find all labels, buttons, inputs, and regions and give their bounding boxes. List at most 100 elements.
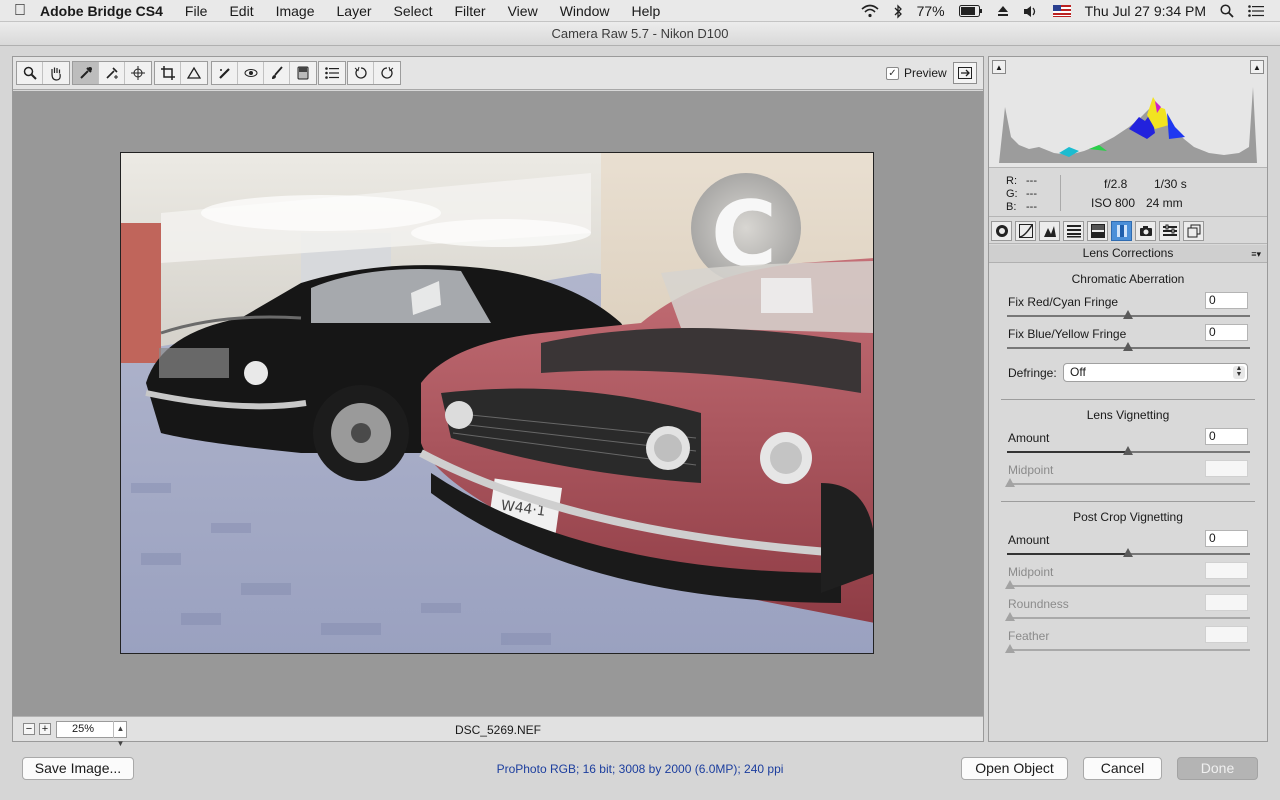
color-sampler-tool-icon[interactable]	[99, 62, 125, 84]
rotate-right-icon[interactable]	[374, 62, 400, 84]
blue-yellow-fringe-input[interactable]: 0	[1205, 324, 1248, 341]
blue-yellow-fringe-thumb[interactable]	[1123, 342, 1133, 351]
image-info: R: --- G: --- B: --- f/2.8 1/30 s ISO 80…	[989, 169, 1267, 217]
presets-icon[interactable]	[1159, 221, 1180, 241]
menu-file[interactable]: File	[185, 3, 208, 19]
lens-corrections-icon[interactable]	[1111, 221, 1132, 241]
snapshots-icon[interactable]	[1183, 221, 1204, 241]
panel-title-label: Lens Corrections	[1082, 246, 1174, 260]
menu-layer[interactable]: Layer	[337, 3, 372, 19]
vignetting-midpoint-thumb	[1005, 478, 1015, 487]
menu-image[interactable]: Image	[276, 3, 315, 19]
menu-select[interactable]: Select	[394, 3, 433, 19]
menu-filter[interactable]: Filter	[454, 3, 485, 19]
bluetooth-icon[interactable]	[893, 3, 903, 19]
notification-icon[interactable]	[1248, 5, 1264, 17]
sampler-tools	[72, 61, 152, 85]
info-divider	[1060, 175, 1061, 211]
preview-canvas[interactable]: C W44·1	[13, 91, 983, 716]
menu-help[interactable]: Help	[631, 3, 660, 19]
section-divider	[1001, 501, 1255, 502]
vignetting-midpoint-input	[1205, 460, 1248, 477]
battery-percent: 77%	[916, 3, 945, 19]
adjustments-panel: ▲ ▲ R: --- G: --- B: --- f/2.8 1/30 s IS…	[988, 56, 1268, 742]
basic-icon[interactable]	[991, 221, 1012, 241]
straighten-tool-icon[interactable]	[181, 62, 207, 84]
navigation-tools	[16, 61, 70, 85]
file-name: DSC_5269.NEF	[454, 723, 542, 737]
post-crop-roundness-label: Roundness	[1008, 597, 1069, 611]
post-crop-amount-slider[interactable]	[1007, 548, 1250, 557]
app-name-menu[interactable]: Adobe Bridge CS4	[40, 3, 163, 19]
blue-yellow-fringe-slider[interactable]	[1007, 342, 1250, 351]
menu-window[interactable]: Window	[560, 3, 610, 19]
flag-icon[interactable]	[1052, 5, 1071, 17]
targeted-adjustment-tool-icon[interactable]	[125, 62, 151, 84]
photo-preview[interactable]: C W44·1	[120, 152, 874, 654]
crop-tools	[154, 61, 208, 85]
graduated-filter-icon[interactable]	[290, 62, 316, 84]
zoom-tool-icon[interactable]	[17, 62, 43, 84]
focal-length: 24 mm	[1146, 196, 1183, 210]
red-value: ---	[1026, 175, 1037, 187]
apple-icon[interactable]: 	[0, 2, 40, 20]
post-crop-roundness-slider	[1005, 612, 1250, 621]
defringe-label: Defringe:	[1008, 366, 1057, 380]
defringe-value: Off	[1070, 365, 1086, 379]
eject-icon[interactable]	[997, 5, 1009, 17]
preview-checkbox[interactable]: ✓	[886, 66, 899, 80]
panel-menu-icon[interactable]: ≡▾	[1251, 246, 1261, 263]
iso: ISO 800	[1091, 196, 1136, 210]
red-cyan-fringe-label: Fix Red/Cyan Fringe	[1008, 295, 1119, 309]
aperture: f/2.8	[1104, 177, 1128, 191]
post-crop-amount-thumb[interactable]	[1123, 548, 1133, 557]
menu-view[interactable]: View	[508, 3, 538, 19]
clock[interactable]: Thu Jul 27 9:34 PM	[1085, 3, 1206, 19]
white-balance-tool-icon[interactable]	[73, 62, 99, 84]
post-crop-feather-thumb	[1005, 644, 1015, 653]
spot-removal-tool-icon[interactable]	[212, 62, 238, 84]
post-crop-vignetting-heading: Post Crop Vignetting	[1073, 510, 1183, 524]
fullscreen-toggle-icon[interactable]	[953, 62, 977, 84]
battery-icon[interactable]	[958, 5, 983, 17]
panel-title: Lens Corrections ≡▾	[989, 245, 1267, 263]
red-cyan-fringe-thumb[interactable]	[1123, 310, 1133, 319]
rotate-left-icon[interactable]	[348, 62, 374, 84]
tone-curve-icon[interactable]	[1015, 221, 1036, 241]
vignetting-amount-slider[interactable]	[1007, 446, 1250, 455]
status-bar: − + 25% ▲ ▼ DSC_5269.NEF	[13, 716, 983, 748]
vignetting-midpoint-slider	[1005, 478, 1250, 487]
rotate-tools	[347, 61, 401, 85]
red-cyan-fringe-input[interactable]: 0	[1205, 292, 1248, 309]
red-eye-tool-icon[interactable]	[238, 62, 264, 84]
panel-tabs	[989, 218, 1267, 244]
vignetting-amount-thumb[interactable]	[1123, 446, 1133, 455]
section-divider	[1001, 399, 1255, 400]
post-crop-feather-slider	[1005, 644, 1250, 653]
crop-tool-icon[interactable]	[155, 62, 181, 84]
preferences-icon[interactable]	[319, 62, 345, 84]
split-toning-icon[interactable]	[1087, 221, 1108, 241]
wifi-icon[interactable]	[861, 4, 879, 18]
preview-toggle[interactable]: ✓ Preview	[886, 66, 947, 80]
detail-icon[interactable]	[1039, 221, 1060, 241]
adjustment-brush-icon[interactable]	[264, 62, 290, 84]
green-label: G:	[1006, 188, 1018, 200]
cancel-button[interactable]: Cancel	[1083, 757, 1162, 780]
spotlight-icon[interactable]	[1220, 4, 1234, 18]
menu-bar:  Adobe Bridge CS4 File Edit Image Layer…	[0, 0, 1280, 22]
histogram-graph	[999, 87, 1257, 163]
post-crop-amount-input[interactable]: 0	[1205, 530, 1248, 547]
menu-edit[interactable]: Edit	[229, 3, 253, 19]
volume-icon[interactable]	[1023, 5, 1039, 18]
red-cyan-fringe-slider[interactable]	[1007, 310, 1250, 319]
camera-calibration-icon[interactable]	[1135, 221, 1156, 241]
vignetting-amount-input[interactable]: 0	[1205, 428, 1248, 445]
hsl-icon[interactable]	[1063, 221, 1084, 241]
defringe-select[interactable]: Off ▲ ▼	[1063, 363, 1248, 382]
post-crop-midpoint-thumb	[1005, 580, 1015, 589]
open-object-button[interactable]: Open Object	[961, 757, 1068, 780]
hand-tool-icon[interactable]	[43, 62, 69, 84]
window-title: Camera Raw 5.7 - Nikon D100	[0, 22, 1280, 46]
done-button[interactable]: Done	[1177, 757, 1258, 780]
